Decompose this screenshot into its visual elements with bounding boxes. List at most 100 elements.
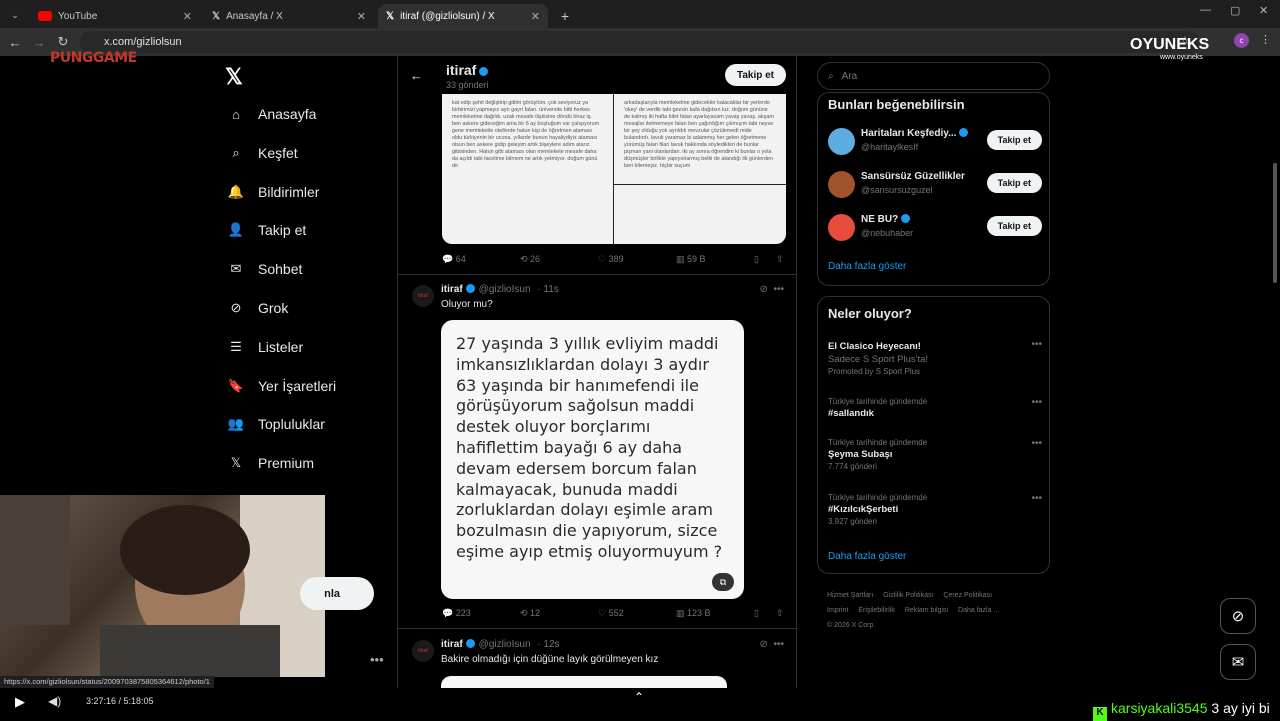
trend-item[interactable]: Türkiye tarihinde gündemde #sallandık ••…: [828, 397, 1042, 419]
more-icon[interactable]: •••: [1031, 397, 1042, 408]
footer-link[interactable]: Reklam bilgisi: [905, 607, 948, 614]
nav-item-messages[interactable]: ✉ Sohbet: [228, 261, 303, 277]
scrollbar-thumb[interactable]: [1273, 163, 1277, 283]
close-tab-icon[interactable]: ✕: [357, 10, 366, 23]
show-more-link[interactable]: Daha fazla göster: [828, 261, 906, 272]
reload-icon[interactable]: ↻: [51, 34, 75, 50]
follow-button[interactable]: Takip et: [986, 173, 1042, 193]
post-button[interactable]: nla: [300, 577, 374, 610]
minimize-icon[interactable]: —: [1200, 4, 1211, 16]
nav-item-communities[interactable]: 👥 Topluluklar: [228, 416, 325, 432]
messages-fab-icon[interactable]: ✉: [1220, 644, 1256, 680]
nav-item-explore[interactable]: ⌕ Keşfet: [228, 145, 297, 161]
retweet-button[interactable]: ⟲ 26: [520, 254, 540, 265]
show-more-link[interactable]: Daha fazla göster: [828, 551, 906, 562]
trend-context: Türkiye tarihinde gündemde: [828, 438, 928, 447]
views-button[interactable]: ▥ 59 B: [676, 254, 706, 265]
grok-fab-icon[interactable]: ⊘: [1220, 598, 1256, 634]
streamer-webcam: [0, 495, 325, 677]
bookmark-icon[interactable]: ▯: [754, 608, 759, 619]
more-icon[interactable]: •••: [773, 284, 784, 295]
nav-label: Takip et: [258, 222, 307, 239]
bookmark-icon[interactable]: ▯: [754, 254, 759, 265]
account-more-icon[interactable]: •••: [370, 652, 384, 667]
suggestion-item[interactable]: Sansürsüz Güzellikler @sansursuzguzel Ta…: [828, 169, 1042, 199]
forward-icon[interactable]: →: [27, 35, 51, 50]
grok-icon[interactable]: ⊘: [760, 284, 768, 295]
footer-link[interactable]: Gizlilik Politikası: [883, 592, 933, 599]
brand-sub: www.oyuneks: [1160, 54, 1203, 61]
follow-button[interactable]: Takip et: [724, 64, 786, 86]
follow-button[interactable]: Takip et: [986, 216, 1042, 236]
tab-youtube[interactable]: YouTube ✕: [30, 4, 200, 28]
trend-item[interactable]: Türkiye tarihinde gündemde Şeyma Subaşı …: [828, 438, 1042, 471]
profile-avatar[interactable]: c: [1234, 33, 1249, 48]
more-icon[interactable]: •••: [1031, 438, 1042, 449]
tweet-image[interactable]: kat edip şehit değiştirip gittim görüştü…: [442, 94, 786, 244]
tweet-menu[interactable]: ⊘ •••: [760, 639, 784, 650]
follow-button[interactable]: Takip et: [986, 130, 1042, 150]
tab-itiraf[interactable]: 𝕏 itiraf (@gizliolsun) / X ✕: [378, 4, 548, 28]
image-edit-icon[interactable]: ⧉: [712, 573, 734, 591]
play-icon[interactable]: ▶: [15, 694, 25, 710]
nav-item-bookmarks[interactable]: 🔖 Yer İşaretleri: [228, 378, 336, 394]
suggestion-item[interactable]: Haritaları Keşfediy... @haritaylkesIf Ta…: [828, 126, 1042, 156]
nav-item-grok[interactable]: ⊘ Grok: [228, 300, 289, 316]
back-arrow-icon[interactable]: ←: [410, 68, 423, 83]
footer-link[interactable]: Imprint: [827, 607, 848, 614]
url-field[interactable]: x.com/gizliolsun: [80, 31, 1200, 53]
footer-link[interactable]: Çerez Politikası: [943, 592, 992, 599]
post-count: 33 gönderi: [446, 80, 489, 90]
trend-item[interactable]: Türkiye tarihinde gündemde #KızılcıkŞerb…: [828, 493, 1042, 526]
retweet-button[interactable]: ⟲ 12: [520, 608, 540, 619]
communities-icon: 👥: [227, 416, 245, 432]
trends-box: Neler oluyor? El Clasico Heyecanı! Sadec…: [817, 296, 1050, 574]
footer-link[interactable]: Daha fazla ...: [958, 607, 999, 614]
tab-search-icon[interactable]: ⌄: [4, 4, 26, 26]
like-button[interactable]: ♡ 552: [598, 608, 624, 619]
nav-item-lists[interactable]: ☰ Listeler: [228, 339, 303, 355]
footer-link[interactable]: Erişilebilirlik: [858, 607, 895, 614]
close-tab-icon[interactable]: ✕: [183, 10, 192, 23]
tweet-image[interactable]: 27 yaşında 3 yıllık evliyim maddi imkans…: [441, 320, 744, 599]
nav-item-premium[interactable]: 𝕏 Premium: [228, 455, 314, 471]
tweet-author[interactable]: itiraf @gizlioIsun · 12s: [441, 639, 560, 650]
more-icon[interactable]: •••: [1031, 339, 1042, 350]
new-tab-icon[interactable]: +: [554, 4, 576, 28]
nav-item-notifications[interactable]: 🔔 Bildirimler: [228, 184, 320, 200]
suggestion-item[interactable]: NE BU? @nebuhaber Takip et: [828, 212, 1042, 242]
menu-icon[interactable]: ⋮: [1260, 33, 1271, 46]
reply-button[interactable]: 💬 223: [442, 608, 471, 619]
views-button[interactable]: ▥ 123 B: [676, 608, 711, 619]
share-icon[interactable]: ⇧: [776, 608, 784, 619]
more-icon[interactable]: •••: [773, 639, 784, 650]
more-icon[interactable]: •••: [1031, 493, 1042, 504]
scrollbar[interactable]: [1270, 58, 1280, 688]
chevron-up-icon[interactable]: ⌃: [634, 690, 644, 704]
reply-button[interactable]: 💬 64: [442, 254, 466, 265]
close-tab-icon[interactable]: ✕: [531, 10, 540, 23]
close-window-icon[interactable]: ✕: [1259, 4, 1268, 17]
nav-item-home[interactable]: ⌂ Anasayfa: [228, 106, 316, 122]
restore-icon[interactable]: ▢: [1230, 4, 1240, 17]
timeline: ← itiraf 33 gönderi Takip et kat edip şe…: [397, 56, 797, 688]
share-icon[interactable]: ⇧: [776, 254, 784, 265]
back-icon[interactable]: ←: [3, 35, 27, 50]
footer-link[interactable]: Hizmet Şartları: [827, 592, 873, 599]
tweet-image[interactable]: [441, 676, 727, 688]
like-button[interactable]: ♡ 389: [598, 254, 624, 265]
tweet-menu[interactable]: ⊘ •••: [760, 284, 784, 295]
volume-icon[interactable]: ◀): [48, 694, 61, 708]
avatar[interactable]: itiraf: [412, 285, 434, 307]
verified-icon: [465, 639, 475, 648]
x-logo-icon[interactable]: 𝕏: [225, 64, 243, 90]
tweet-author[interactable]: itiraf @gizlioIsun · 11s: [441, 284, 559, 295]
search-input[interactable]: ⌕ Ara: [817, 62, 1050, 90]
trend-context: Türkiye tarihinde gündemde: [828, 493, 928, 502]
grok-icon[interactable]: ⊘: [760, 639, 768, 650]
nav-item-follow[interactable]: 👤 Takip et: [228, 222, 306, 238]
tab-x-home[interactable]: 𝕏 Anasayfa / X ✕: [204, 4, 374, 28]
nav-label: Premium: [258, 455, 315, 472]
trend-item[interactable]: El Clasico Heyecanı! Sadece S Sport Plus…: [828, 339, 1042, 376]
avatar[interactable]: itiraf: [412, 640, 434, 662]
